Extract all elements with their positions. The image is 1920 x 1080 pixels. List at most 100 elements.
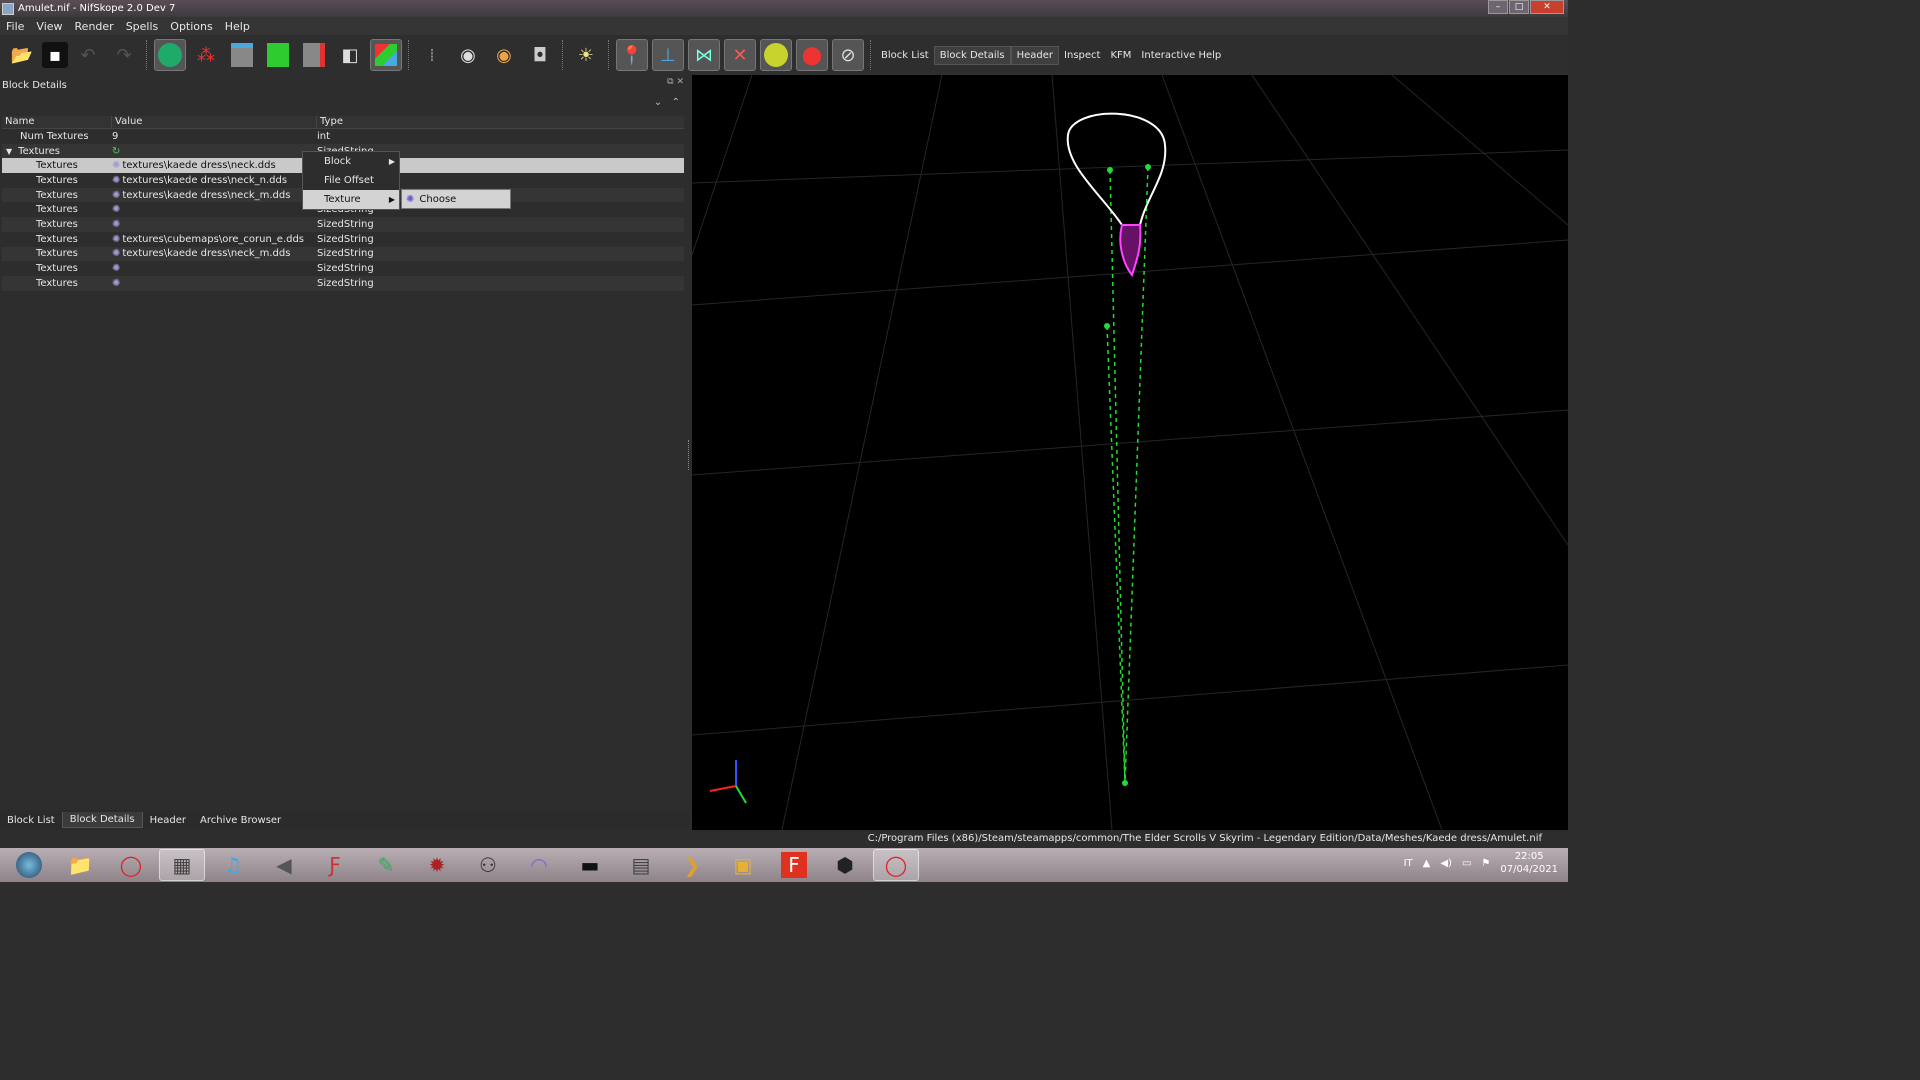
light-icon[interactable]: ☀ xyxy=(570,39,602,71)
flag-icon[interactable]: ⚑ xyxy=(1481,858,1490,869)
f-icon[interactable]: F xyxy=(771,849,817,881)
menu-options[interactable]: Options xyxy=(164,20,218,33)
context-menu-block[interactable]: Block ▶ xyxy=(303,152,399,171)
nmm-icon[interactable]: ▬ xyxy=(567,849,613,881)
arrow-icon[interactable]: ❯ xyxy=(669,849,715,881)
dock-kfm[interactable]: KFM xyxy=(1105,47,1136,64)
ffdec-icon[interactable]: Ƒ xyxy=(312,849,358,881)
submenu-choose[interactable]: Choose xyxy=(419,194,456,205)
view-user-icon[interactable]: ◧ xyxy=(334,39,366,71)
tab-header[interactable]: Header xyxy=(143,813,193,828)
row-type: SizedString xyxy=(317,233,374,245)
music-icon[interactable]: ♫ xyxy=(210,849,256,881)
column-name[interactable]: Name xyxy=(2,116,112,128)
dock-header[interactable]: Header xyxy=(1010,45,1060,65)
havok-icon[interactable]: ✕ xyxy=(724,39,756,71)
row-name: Textures xyxy=(36,277,78,289)
open-icon[interactable]: 📂 xyxy=(6,39,38,71)
explorer-icon[interactable]: 📁 xyxy=(57,849,103,881)
select-icon[interactable] xyxy=(154,39,186,71)
maximize-button[interactable]: □ xyxy=(1509,0,1529,14)
axes-icon[interactable]: ⊥ xyxy=(652,39,684,71)
row-name: Textures xyxy=(36,233,78,245)
speaker-icon[interactable]: ◀ xyxy=(261,849,307,881)
panel-splitter[interactable] xyxy=(688,440,691,470)
toolbar-separator xyxy=(870,40,872,70)
screenshot-icon[interactable]: ◘ xyxy=(524,39,556,71)
table-row[interactable]: Textures ✺ textures\cubemaps\ore_corun_e.… xyxy=(2,232,684,247)
context-menu-file-offset[interactable]: File Offset xyxy=(303,171,399,190)
dock-block-details[interactable]: Block Details xyxy=(933,45,1011,65)
row-type: SizedString xyxy=(317,218,374,230)
furniture-icon[interactable] xyxy=(760,39,792,71)
headphones-icon[interactable]: ◠ xyxy=(516,849,562,881)
hide-icon[interactable]: ⊘ xyxy=(832,39,864,71)
panel-title: Block Details xyxy=(2,80,67,91)
dock-inspect[interactable]: Inspect xyxy=(1059,47,1105,64)
row-type: SizedString xyxy=(317,248,374,260)
tray-expand-icon[interactable]: ▲ xyxy=(1423,858,1431,869)
context-menu: Block ▶ File Offset Texture ▶ xyxy=(302,151,400,210)
people-icon[interactable]: ⚇ xyxy=(465,849,511,881)
start-icon[interactable] xyxy=(6,849,52,881)
window-icon[interactable]: ▤ xyxy=(618,849,664,881)
menu-file[interactable]: File xyxy=(0,20,30,33)
tab-archive-browser[interactable]: Archive Browser xyxy=(193,813,288,828)
eye-hidden-icon[interactable]: ◉ xyxy=(488,39,520,71)
table-row[interactable]: Textures ✺ SizedString xyxy=(2,275,684,291)
panel-float-close-icons[interactable]: ⧉ ✕ xyxy=(667,77,684,87)
row-value: textures\kaede dress\neck_m.dds xyxy=(122,189,291,201)
archive-icon[interactable]: ▣ xyxy=(720,849,766,881)
column-value[interactable]: Value xyxy=(112,116,317,128)
row-name: Textures xyxy=(36,189,78,201)
dock-block-list[interactable]: Block List xyxy=(876,47,934,64)
constraint-icon[interactable]: ⬤ xyxy=(796,39,828,71)
table-row[interactable]: Textures ✺ SizedString xyxy=(2,261,684,276)
panel-collapse-expand-icons[interactable]: ⌄ ⌃ xyxy=(654,97,680,108)
view-side-icon[interactable] xyxy=(298,39,330,71)
opera-red-icon[interactable]: ◯ xyxy=(873,849,919,881)
network-icon[interactable]: ▭ xyxy=(1462,858,1471,869)
select-node-icon[interactable]: ⁂ xyxy=(190,39,222,71)
spider-icon[interactable]: ✹ xyxy=(414,849,460,881)
creation-kit-icon[interactable]: ⬢ xyxy=(822,849,868,881)
footsteps-icon[interactable]: ⁞ xyxy=(416,39,448,71)
view-walk-icon[interactable] xyxy=(370,39,402,71)
menu-spells[interactable]: Spells xyxy=(120,20,165,33)
pen-icon[interactable]: ✎ xyxy=(363,849,409,881)
context-menu-texture[interactable]: Texture ▶ xyxy=(303,190,399,209)
marker-icon[interactable]: 📍 xyxy=(616,39,648,71)
row-value: textures\cubemaps\ore_corun_e.dds xyxy=(122,233,305,245)
array-icon: ↻ xyxy=(112,145,121,157)
close-button[interactable]: ✕ xyxy=(1530,0,1564,14)
table-row[interactable]: Num Textures 9 int xyxy=(2,129,684,144)
row-name: Textures xyxy=(36,248,78,260)
eye-icon[interactable]: ◉ xyxy=(452,39,484,71)
dock-interactive-help[interactable]: Interactive Help xyxy=(1136,47,1226,64)
volume-icon[interactable]: ◀) xyxy=(1440,858,1452,869)
menu-view[interactable]: View xyxy=(30,20,68,33)
undo-icon[interactable]: ↶ xyxy=(72,39,104,71)
save-icon[interactable]: ▪ xyxy=(42,42,68,68)
table-row[interactable]: Textures ✺ SizedString xyxy=(2,217,684,232)
tab-block-list[interactable]: Block List xyxy=(0,813,62,828)
view-top-icon[interactable] xyxy=(226,39,258,71)
3d-viewport[interactable] xyxy=(692,75,1568,830)
clock[interactable]: 22:05 07/04/2021 xyxy=(1500,850,1558,876)
menu-render[interactable]: Render xyxy=(69,20,120,33)
expand-arrow-icon[interactable]: ▼ xyxy=(6,147,12,156)
nodes-icon[interactable]: ⋈ xyxy=(688,39,720,71)
texture-icon: ✺ xyxy=(112,218,121,230)
language-indicator[interactable]: IT xyxy=(1404,858,1413,869)
column-type[interactable]: Type xyxy=(317,116,684,128)
opera-icon[interactable]: ◯ xyxy=(108,849,154,881)
menu-help[interactable]: Help xyxy=(219,20,256,33)
row-value: textures\kaede dress\neck_m.dds xyxy=(122,248,291,260)
tab-block-details[interactable]: Block Details xyxy=(61,812,143,828)
redo-icon[interactable]: ↷ xyxy=(108,39,140,71)
table-row[interactable]: Textures ✺ textures\kaede dress\neck_m.dd… xyxy=(2,246,684,262)
device-icon[interactable]: ▦ xyxy=(159,849,205,881)
menu-bar: File View Render Spells Options Help xyxy=(0,17,1568,35)
view-front-icon[interactable] xyxy=(262,39,294,71)
minimize-button[interactable]: – xyxy=(1488,0,1508,14)
